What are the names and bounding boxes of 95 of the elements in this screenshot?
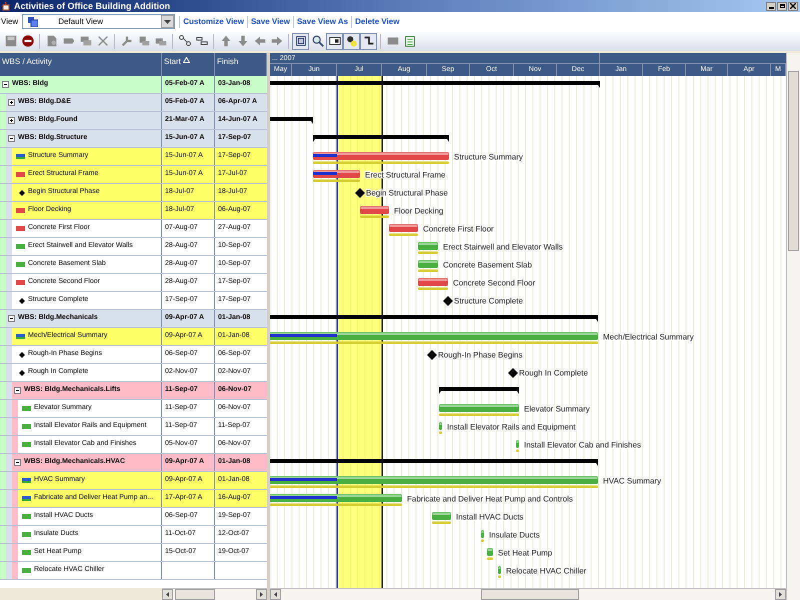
window-button[interactable] — [292, 32, 309, 50]
bar-icon — [22, 496, 31, 501]
baseline-bar — [418, 288, 448, 290]
summary-bracket — [270, 117, 313, 124]
bar-icon — [22, 478, 31, 483]
stack-icon — [78, 34, 92, 48]
view-link[interactable]: Delete View — [351, 16, 402, 28]
maximize-button[interactable] — [777, 2, 787, 10]
right-arrow-icon — [779, 592, 782, 597]
bar-label: Elevator Summary — [524, 404, 590, 414]
collapse-icon[interactable] — [14, 387, 21, 394]
view-link[interactable]: Save View — [246, 16, 293, 28]
bar-label: Concrete First Floor — [423, 224, 494, 234]
bar-label: Install Elevator Rails and Equipment — [447, 422, 576, 432]
split-icon — [120, 34, 134, 48]
right-arrow-icon — [270, 34, 284, 48]
bar-label: Concrete Basement Slab — [443, 260, 532, 270]
milestone-diamond — [355, 188, 365, 198]
sort-icon — [182, 57, 190, 63]
window-icon — [294, 34, 308, 48]
scroll-right-button[interactable] — [775, 589, 786, 600]
bar-label: Mech/Electrical Summary — [603, 332, 694, 342]
bar-label: Fabricate and Deliver Heat Pump and Controls — [407, 494, 573, 504]
bar-label: Structure Summary — [454, 152, 523, 162]
window-title: Activities of Office Building Addition — [14, 2, 170, 10]
stop-icon — [20, 34, 34, 48]
left-arrow-icon — [274, 592, 277, 597]
baseline-bar — [360, 216, 389, 218]
vertical-scrollbar[interactable] — [786, 53, 800, 600]
cup-icon — [2, 2, 11, 10]
horizontal-scrollbar[interactable] — [162, 588, 267, 600]
view-link[interactable]: Save View As — [292, 16, 352, 28]
scroll-left-button[interactable] — [162, 589, 173, 600]
bar-icon — [16, 154, 25, 159]
nodes-icon — [178, 34, 192, 48]
view-dropdown[interactable]: Default View — [22, 14, 176, 29]
bar-label: Floor Decking — [394, 206, 444, 216]
collapse-icon[interactable] — [14, 459, 21, 466]
baseline-bar — [487, 558, 493, 560]
bar-label: Install Elevator Cab and Finishes — [524, 440, 641, 450]
milestone-diamond — [427, 350, 437, 360]
scroll-left-button[interactable] — [270, 589, 281, 600]
bar-label: HVAC Summary — [603, 476, 662, 486]
baseline-bar — [481, 540, 484, 542]
expand-icon[interactable] — [8, 117, 15, 124]
collapse-icon[interactable] — [8, 315, 15, 322]
bar-label: Erect Stairwell and Elevator Walls — [443, 242, 563, 252]
bar-label: Relocate HVAC Chiller — [506, 566, 586, 576]
milestone-diamond — [443, 296, 453, 306]
stack-icon — [136, 34, 150, 48]
close-icon — [96, 34, 110, 48]
baseline-bar — [432, 522, 451, 524]
connector-button[interactable] — [360, 32, 377, 50]
panel-icon — [328, 34, 342, 48]
baseline-bar — [498, 576, 501, 578]
collapse-icon[interactable] — [8, 135, 15, 142]
baseline-bar — [418, 270, 438, 272]
milestone-diamond — [508, 368, 518, 378]
bar-label: Rough In Complete — [519, 368, 588, 378]
view-label: View — [1, 16, 18, 28]
bar-label: Install HVAC Ducts — [456, 512, 524, 522]
collapse-icon[interactable] — [2, 81, 9, 88]
bar-label: Concrete Second Floor — [453, 278, 536, 288]
windows-icon — [28, 16, 38, 26]
bar-label: Insulate Ducts — [489, 530, 540, 540]
diamond-icon — [19, 370, 25, 376]
baseline-bar — [313, 180, 360, 182]
scroll-thumb[interactable] — [175, 589, 215, 600]
baseline-bar — [389, 234, 418, 236]
baseline-bar — [418, 252, 438, 254]
panel-button[interactable] — [326, 32, 343, 50]
bar-icon — [16, 334, 25, 339]
scroll-thumb[interactable] — [481, 589, 579, 600]
spreadsheet-icon — [402, 34, 416, 48]
scroll-right-button[interactable] — [256, 589, 267, 600]
diamond-icon — [19, 352, 25, 358]
bar-label: Rough-In Phase Begins — [438, 350, 522, 360]
minimize-button[interactable] — [766, 2, 776, 10]
view-link[interactable]: Customize View — [179, 16, 247, 28]
left-arrow-icon — [252, 34, 266, 48]
bar-label: Structure Complete — [454, 296, 523, 306]
diamond-icon — [19, 190, 25, 196]
baseline-bar — [439, 432, 442, 434]
right-arrow-icon — [260, 592, 263, 597]
page-icon — [44, 34, 58, 48]
zoom-icon — [310, 34, 324, 48]
bar-label: Set Heat Pump — [498, 548, 552, 558]
scroll-thumb[interactable] — [788, 71, 799, 251]
close-button[interactable] — [788, 2, 798, 10]
bars-icon — [194, 34, 208, 48]
horizontal-scrollbar[interactable] — [270, 588, 786, 600]
diamond-icon — [19, 298, 25, 304]
left-arrow-icon — [166, 592, 169, 597]
baseline-bar — [516, 450, 519, 452]
expand-icon[interactable] — [8, 99, 15, 106]
